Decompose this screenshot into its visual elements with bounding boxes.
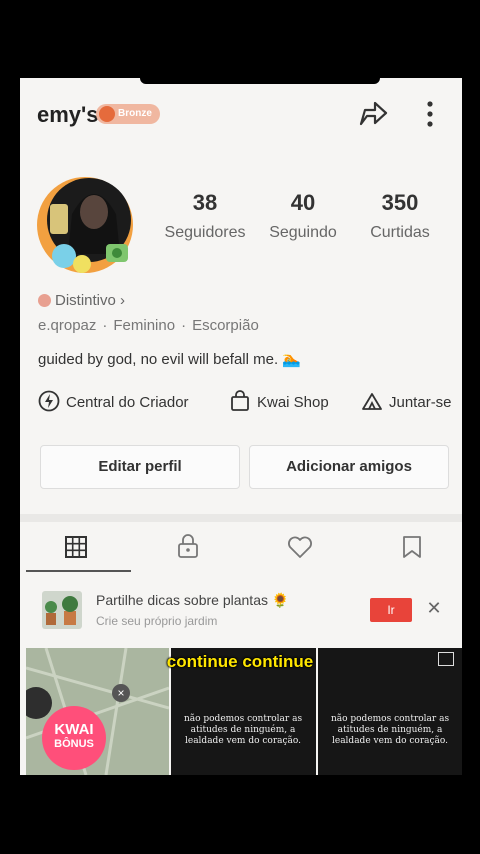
bronze-badge[interactable]: Bronze [96,104,160,124]
following-label: Seguindo [269,224,337,241]
tent-icon [362,393,382,410]
kwai-bonus-badge: KWAI BÔNUS [42,706,106,770]
join-label: Juntar-se [389,394,452,411]
close-banner-icon[interactable]: ✕ [422,596,446,620]
grid-tab-icon[interactable] [61,532,91,562]
following-count: 40 [290,190,316,215]
following-stat[interactable]: 40 Seguindo [258,190,348,242]
quote-text: não podemos controlar as atitudes de nin… [183,714,303,746]
creator-center-label: Central do Criador [66,394,189,411]
camera-notch [140,78,380,84]
kwai-bonus-line2: BÔNUS [54,738,94,750]
edit-profile-button[interactable]: Editar perfil [40,445,240,489]
profile-meta: e.qropaz · Feminino · Escorpião [38,317,259,334]
username: emy's [37,102,99,127]
suggestion-banner[interactable]: Partilhe dicas sobre plantas 🌻 Crie seu … [26,574,462,642]
saved-bookmark-tab-icon[interactable] [397,532,427,562]
likes-count: 350 [381,190,419,215]
distintivo-link[interactable]: Distintivo › [38,292,125,309]
go-button[interactable]: Ir [370,598,412,622]
join-link[interactable]: Juntar-se [361,390,452,412]
likes-label: Curtidas [370,224,430,241]
profile-gender: Feminino [113,317,176,334]
quote-text: não podemos controlar as atitudes de nin… [330,714,450,746]
add-friends-button[interactable]: Adicionar amigos [249,445,449,489]
meta-separator: · [102,317,108,334]
profile-header: emy's Bronze [20,94,462,138]
banner-title: Partilhe dicas sobre plantas 🌻 [96,592,290,608]
profile-handle: e.qropaz [38,317,97,334]
content-tabs [20,524,462,572]
followers-label: Seguidores [164,224,246,241]
meta-separator: · [181,317,187,334]
active-tab-indicator [26,570,131,572]
kwai-shop-link[interactable]: Kwai Shop [229,390,329,412]
profile-bio: guided by god, no evil will befall me. 🏊 [38,351,301,368]
private-lock-tab-icon[interactable] [173,532,203,562]
distintivo-label: Distintivo › [55,292,126,309]
kwai-bonus-line1: KWAI [54,721,94,738]
likes-stat[interactable]: 350 Curtidas [355,190,445,242]
plants-thumbnail [42,591,82,629]
plant-icon [45,596,78,625]
profile-links: Central do Criador Kwai Shop Juntar-se [38,390,462,420]
profile-avatar[interactable] [34,174,136,276]
badge-label: Bronze [118,108,152,119]
share-icon[interactable] [357,98,389,130]
distintivo-icon [38,294,51,307]
video-caption: continue continue [166,652,314,671]
dismiss-icon[interactable]: × [112,684,130,702]
lightning-icon [38,390,60,412]
section-divider [20,514,462,522]
profile-sign: Escorpião [192,317,259,334]
kwai-shop-label: Kwai Shop [257,394,329,411]
more-options-icon[interactable] [420,98,440,130]
shopping-bag-icon [231,390,249,411]
creator-center-link[interactable]: Central do Criador [38,390,189,412]
banner-subtitle: Crie seu próprio jardim [96,614,218,628]
followers-stat[interactable]: 38 Seguidores [160,190,250,242]
liked-heart-tab-icon[interactable] [285,532,315,562]
followers-count: 38 [192,190,218,215]
badge-icon [99,106,115,122]
